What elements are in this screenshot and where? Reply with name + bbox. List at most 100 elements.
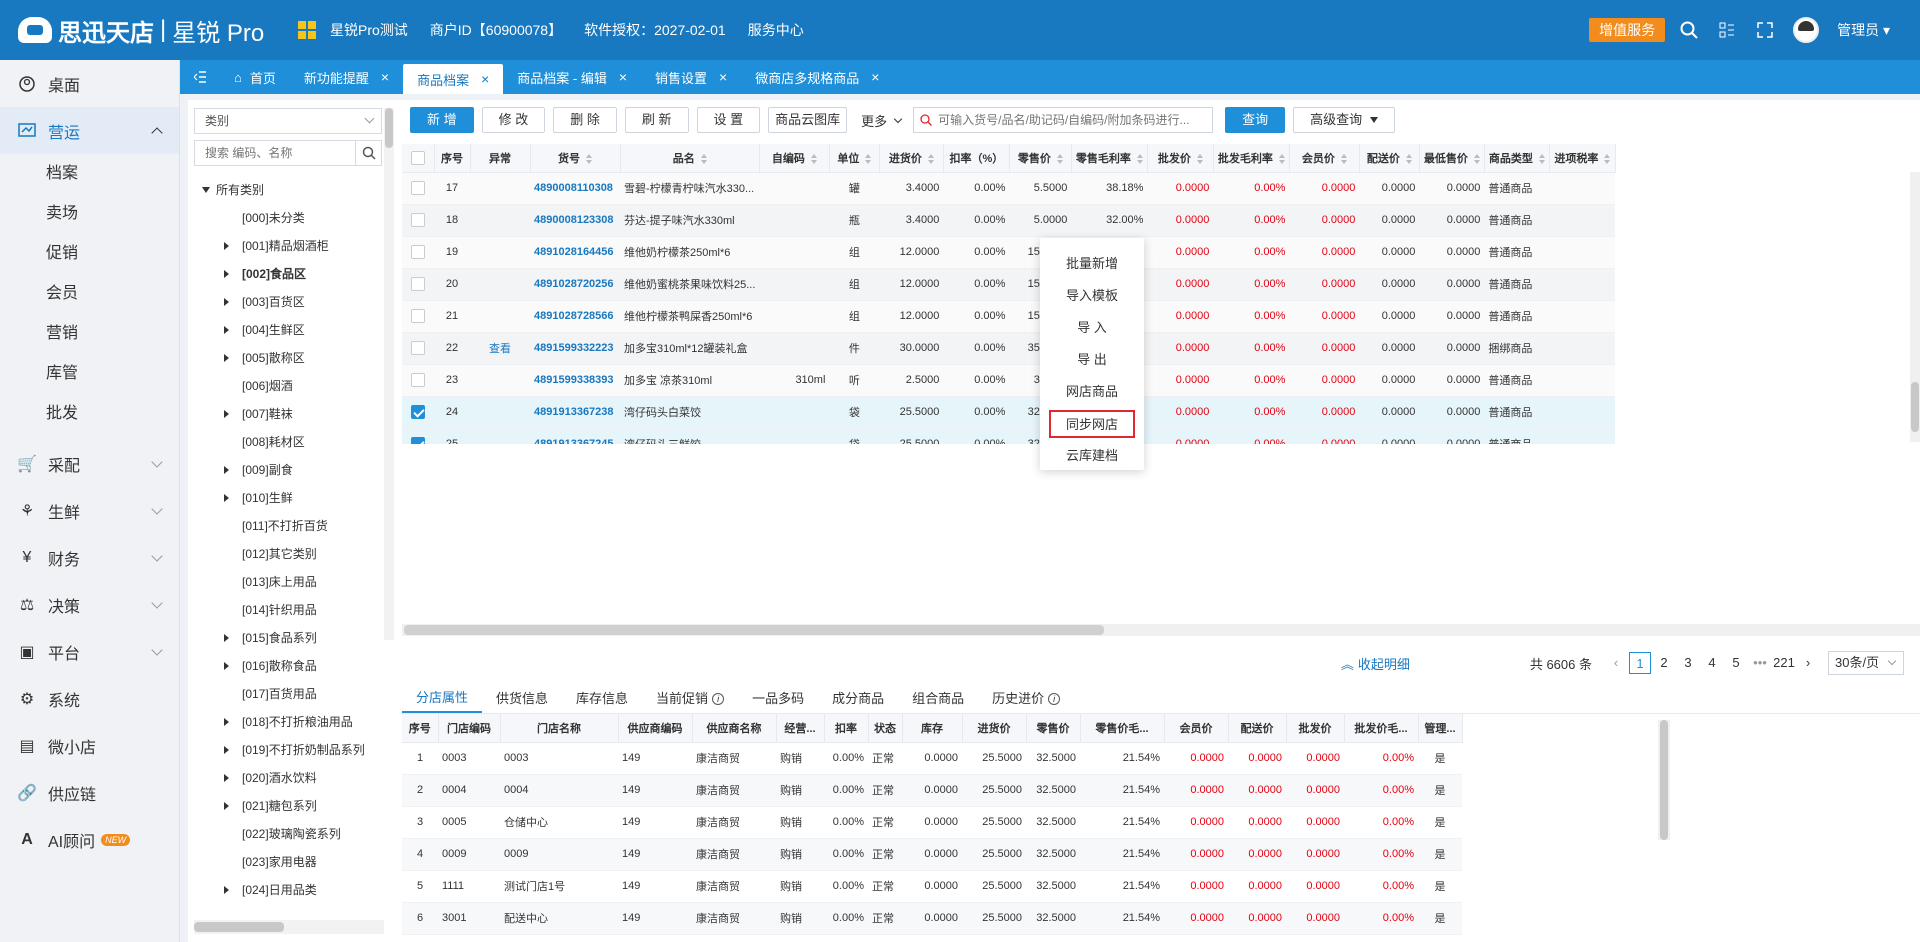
close-icon[interactable]: × bbox=[381, 69, 389, 85]
column-header[interactable]: 经营... bbox=[776, 714, 825, 743]
column-header[interactable]: 配送价 bbox=[1228, 714, 1287, 743]
table-row[interactable]: 2 0004 0004 149 康洁商贸 购销 0.00% 正常 0.0000 25.5000 32… bbox=[402, 774, 1462, 807]
export-item[interactable]: 导 出 bbox=[1040, 344, 1144, 376]
advanced-query-button[interactable]: 高级查询 bbox=[1293, 107, 1396, 133]
sort-icon[interactable] bbox=[865, 153, 872, 164]
sidebar-subitem-marketing[interactable]: 营销 bbox=[0, 314, 179, 354]
sidebar-subitem-wholesale[interactable]: 批发 bbox=[0, 394, 179, 434]
page-4[interactable]: 4 bbox=[1701, 652, 1723, 674]
row-checkbox[interactable] bbox=[402, 268, 434, 301]
cloud-gallery-button[interactable]: 商品云图库 bbox=[768, 107, 848, 133]
column-header[interactable]: 货号 bbox=[530, 144, 621, 173]
expand-icon[interactable] bbox=[224, 270, 229, 278]
row-checkbox[interactable] bbox=[402, 204, 434, 237]
table-cell[interactable]: 4890008123308 bbox=[530, 204, 620, 237]
page-size-select[interactable]: 30条/页 bbox=[1828, 651, 1904, 675]
expand-icon[interactable] bbox=[224, 354, 229, 362]
column-header[interactable]: 库存 bbox=[902, 714, 963, 743]
tab-store-attributes[interactable]: 分店属性 bbox=[402, 685, 483, 713]
column-header[interactable]: 单位 bbox=[829, 144, 880, 173]
page-ellipsis[interactable]: ••• bbox=[1749, 652, 1771, 674]
column-header[interactable]: 自编码 bbox=[759, 144, 830, 173]
tree-node[interactable]: [009]副食 bbox=[194, 456, 382, 484]
tree-node[interactable]: [019]不打折奶制品系列 bbox=[194, 736, 382, 764]
edit-button[interactable]: 修 改 bbox=[481, 107, 546, 133]
sidebar-item-decision[interactable]: ⚖ 决策 bbox=[0, 581, 179, 628]
column-header[interactable]: 零售毛利率 bbox=[1071, 144, 1148, 173]
sort-icon[interactable] bbox=[1196, 153, 1203, 164]
tree-node[interactable]: [010]生鲜 bbox=[194, 484, 382, 512]
row-checkbox[interactable] bbox=[402, 364, 434, 397]
value-added-service-button[interactable]: 增值服务 bbox=[1589, 18, 1666, 42]
sort-icon[interactable] bbox=[1473, 153, 1480, 164]
expand-icon[interactable] bbox=[224, 410, 229, 418]
column-header[interactable]: 批发价毛... bbox=[1344, 714, 1419, 743]
tab-combo-goods[interactable]: 组合商品 bbox=[898, 685, 978, 713]
column-header[interactable]: 进项税率 bbox=[1549, 144, 1616, 173]
expand-icon[interactable] bbox=[224, 774, 229, 782]
tree-node[interactable]: [020]酒水饮料 bbox=[194, 764, 382, 792]
column-header[interactable]: 供应商编码 bbox=[618, 714, 693, 743]
expand-icon[interactable] bbox=[224, 802, 229, 810]
sidebar-subitem-member[interactable]: 会员 bbox=[0, 274, 179, 314]
layout-icon[interactable] bbox=[1717, 20, 1737, 40]
column-header[interactable]: 零售价 bbox=[1009, 144, 1072, 173]
column-header[interactable]: 序号 bbox=[402, 714, 439, 743]
sort-icon[interactable] bbox=[927, 153, 934, 164]
sort-icon[interactable] bbox=[1136, 153, 1143, 164]
tree-node[interactable]: [018]不打折粮油用品 bbox=[194, 708, 382, 736]
avatar[interactable] bbox=[1793, 17, 1820, 43]
import-template-item[interactable]: 导入模板 bbox=[1040, 280, 1144, 312]
table-row[interactable]: 1 0003 0003 149 康洁商贸 购销 0.00% 正常 0.0000 25.5000 32… bbox=[402, 742, 1462, 775]
table-row[interactable]: 17 4890008110308 雪碧-柠檬青柠味汽水330... 罐 3.4000 0.… bbox=[402, 172, 1685, 205]
tree-node[interactable]: [008]耗材区 bbox=[194, 428, 382, 456]
sidebar-item-finance[interactable]: ¥ 财务 bbox=[0, 534, 179, 581]
tree-node[interactable]: [002]食品区 bbox=[194, 260, 382, 288]
store-grid-scrollbar[interactable] bbox=[1658, 720, 1670, 840]
table-cell[interactable]: 4891913367245 bbox=[530, 428, 620, 444]
fullscreen-icon[interactable] bbox=[1755, 20, 1775, 40]
sort-icon[interactable] bbox=[700, 153, 707, 164]
table-cell[interactable]: 4891028164456 bbox=[530, 236, 620, 269]
tree-node[interactable]: [023]家用电器 bbox=[194, 848, 382, 876]
sidebar-item-desktop[interactable]: 桌面 bbox=[0, 60, 179, 107]
tree-node[interactable]: [007]鞋袜 bbox=[194, 400, 382, 428]
sidebar-item-purchase[interactable]: 🛒 采配 bbox=[0, 440, 179, 487]
page-3[interactable]: 3 bbox=[1677, 652, 1699, 674]
sort-icon[interactable] bbox=[1056, 153, 1063, 164]
column-header[interactable]: 商品类型 bbox=[1484, 144, 1550, 173]
column-header[interactable]: 供应商名称 bbox=[692, 714, 777, 743]
column-header[interactable]: 会员价 bbox=[1164, 714, 1229, 743]
tree-root[interactable]: 所有类别 bbox=[194, 176, 382, 204]
column-header[interactable]: 进货价 bbox=[962, 714, 1027, 743]
tab-price-history[interactable]: 历史进价 i bbox=[978, 685, 1074, 713]
tree-node[interactable]: [001]精品烟酒柜 bbox=[194, 232, 382, 260]
tree-node[interactable]: [017]百货用品 bbox=[194, 680, 382, 708]
search-icon[interactable] bbox=[355, 141, 381, 165]
table-cell[interactable]: 4891028720256 bbox=[530, 268, 620, 301]
column-header[interactable]: 最低售价 bbox=[1419, 144, 1485, 173]
tab-home[interactable]: ⌂ 首页 bbox=[220, 60, 290, 94]
column-header[interactable]: 零售价 bbox=[1026, 714, 1081, 743]
column-header[interactable]: 批发毛利率 bbox=[1213, 144, 1290, 173]
delete-button[interactable]: 删 除 bbox=[553, 107, 617, 133]
sidebar-item-supply-chain[interactable]: 🔗 供应链 bbox=[0, 769, 179, 816]
page-last[interactable]: 221 bbox=[1773, 652, 1795, 674]
column-header[interactable]: 零售价毛... bbox=[1080, 714, 1165, 743]
tree-node[interactable]: [015]食品系列 bbox=[194, 624, 382, 652]
tab-current-promotion[interactable]: 当前促销 i bbox=[642, 685, 738, 713]
category-search-input[interactable] bbox=[195, 141, 355, 165]
row-checkbox[interactable] bbox=[402, 332, 434, 365]
tab-supply-info[interactable]: 供货信息 bbox=[482, 685, 562, 713]
apps-grid-icon[interactable] bbox=[298, 21, 316, 39]
prev-page-icon[interactable]: ‹ bbox=[1605, 652, 1627, 674]
column-header[interactable]: 扣率（%） bbox=[943, 144, 1010, 173]
column-header[interactable]: 管理... bbox=[1418, 714, 1463, 743]
tab-component-goods[interactable]: 成分商品 bbox=[818, 685, 898, 713]
sidebar-item-ai-advisor[interactable]: A AI顾问 NEW bbox=[0, 816, 179, 863]
expand-icon[interactable] bbox=[224, 746, 229, 754]
column-header[interactable]: 异常 bbox=[470, 144, 531, 173]
sidebar-item-operations[interactable]: 营运 bbox=[0, 107, 179, 154]
sort-icon[interactable] bbox=[1538, 153, 1545, 164]
table-row[interactable]: 6 3001 配送中心 149 康洁商贸 购销 0.00% 正常 0.0000 25.5000 32… bbox=[402, 902, 1462, 935]
